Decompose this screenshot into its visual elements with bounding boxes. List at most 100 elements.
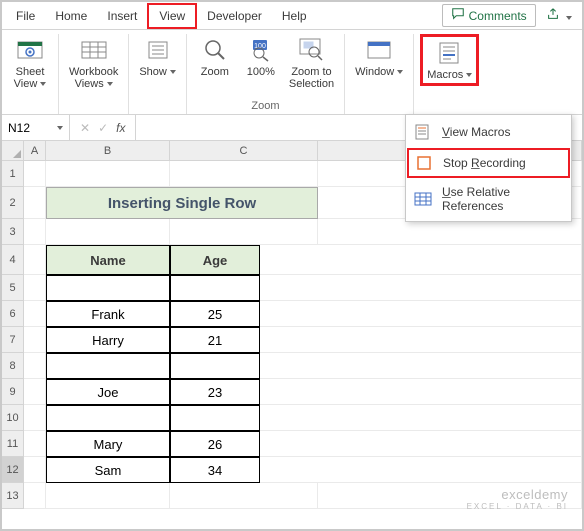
show-icon (145, 36, 171, 64)
header-name[interactable]: Name (46, 245, 170, 275)
row-header[interactable]: 6 (2, 301, 24, 327)
menu-stop-recording-label: Stop Recording (443, 156, 526, 170)
cell[interactable] (24, 483, 46, 509)
cell[interactable]: 21 (170, 327, 260, 353)
cell[interactable] (24, 219, 46, 245)
macros-label: Macros (427, 69, 472, 81)
row-header[interactable]: 8 (2, 353, 24, 379)
menu-stop-recording[interactable]: Stop Recording (407, 148, 570, 178)
zoom-selection-button[interactable]: Zoom to Selection (285, 34, 338, 92)
row-header[interactable]: 12 (2, 457, 24, 483)
tab-developer[interactable]: Developer (197, 5, 272, 27)
name-box-value: N12 (8, 121, 30, 135)
comment-icon (451, 7, 465, 24)
cell[interactable] (46, 483, 170, 509)
macros-icon (437, 39, 463, 67)
cell[interactable] (170, 219, 318, 245)
menu-view-macros[interactable]: View Macros (406, 117, 571, 147)
cell[interactable] (24, 245, 46, 275)
tab-file[interactable]: File (6, 5, 45, 27)
cell[interactable] (260, 245, 582, 275)
cell[interactable] (260, 353, 582, 379)
cell[interactable] (318, 219, 582, 245)
cell[interactable] (260, 405, 582, 431)
cell[interactable] (46, 353, 170, 379)
cell[interactable] (24, 301, 46, 327)
menu-use-relative[interactable]: Use Relative References (406, 179, 571, 219)
row-header[interactable]: 7 (2, 327, 24, 353)
cell[interactable]: 23 (170, 379, 260, 405)
cell[interactable] (260, 301, 582, 327)
cell[interactable] (46, 219, 170, 245)
zoom-100-button[interactable]: 100 100% (239, 34, 283, 80)
cell[interactable] (24, 161, 46, 187)
show-button[interactable]: Show (135, 34, 180, 80)
col-header-a[interactable]: A (24, 141, 46, 161)
sheet-view-icon (17, 36, 43, 64)
cell[interactable] (46, 161, 170, 187)
cell[interactable] (170, 275, 260, 301)
cell[interactable] (170, 353, 260, 379)
cancel-formula-icon[interactable]: ✕ (80, 121, 90, 135)
cell[interactable] (46, 275, 170, 301)
tab-insert[interactable]: Insert (97, 5, 147, 27)
row-header[interactable]: 9 (2, 379, 24, 405)
title-cell[interactable]: Inserting Single Row (46, 187, 318, 219)
comments-button[interactable]: Comments (442, 4, 536, 27)
cell[interactable]: Joe (46, 379, 170, 405)
cell[interactable] (24, 327, 46, 353)
cell[interactable] (260, 457, 582, 483)
name-box[interactable]: N12 (2, 115, 70, 140)
cell[interactable] (46, 405, 170, 431)
cell[interactable] (318, 483, 582, 509)
cell[interactable] (24, 275, 46, 301)
row-header[interactable]: 13 (2, 483, 24, 509)
cell[interactable] (24, 187, 46, 219)
zoom-button[interactable]: Zoom (193, 34, 237, 80)
tab-view[interactable]: View (147, 3, 197, 29)
chevron-down-icon (54, 121, 63, 135)
cell[interactable] (170, 405, 260, 431)
cell[interactable]: Sam (46, 457, 170, 483)
share-button[interactable] (540, 5, 578, 26)
workbook-views-button[interactable]: Workbook Views (65, 34, 122, 92)
cell[interactable]: Harry (46, 327, 170, 353)
cell[interactable] (24, 379, 46, 405)
menu-use-relative-label: Use Relative References (442, 185, 563, 213)
col-header-b[interactable]: B (46, 141, 170, 161)
cell[interactable] (260, 431, 582, 457)
header-age[interactable]: Age (170, 245, 260, 275)
cell[interactable] (260, 275, 582, 301)
cell[interactable] (24, 457, 46, 483)
row-header[interactable]: 1 (2, 161, 24, 187)
tab-help[interactable]: Help (272, 5, 317, 27)
row-header[interactable]: 3 (2, 219, 24, 245)
sheet-view-button[interactable]: Sheet View (8, 34, 52, 92)
enter-formula-icon[interactable]: ✓ (98, 121, 108, 135)
cell[interactable] (24, 353, 46, 379)
select-all-corner[interactable] (2, 141, 24, 161)
row-header[interactable]: 2 (2, 187, 24, 219)
row-header[interactable]: 4 (2, 245, 24, 275)
cell[interactable]: 34 (170, 457, 260, 483)
col-header-c[interactable]: C (170, 141, 318, 161)
cell[interactable] (170, 161, 318, 187)
cell[interactable] (260, 327, 582, 353)
row-header[interactable]: 5 (2, 275, 24, 301)
row-header[interactable]: 11 (2, 431, 24, 457)
window-button[interactable]: Window (351, 34, 407, 80)
cell[interactable] (24, 405, 46, 431)
cell[interactable] (260, 379, 582, 405)
zoom-100-label: 100% (247, 66, 275, 78)
tab-home[interactable]: Home (45, 5, 97, 27)
cell[interactable]: Mary (46, 431, 170, 457)
macros-button[interactable]: Macros (420, 34, 479, 86)
cell[interactable]: 25 (170, 301, 260, 327)
cell[interactable]: 26 (170, 431, 260, 457)
cell[interactable] (170, 483, 318, 509)
cell[interactable]: Frank (46, 301, 170, 327)
cell[interactable] (24, 431, 46, 457)
zoom-icon (202, 36, 228, 64)
fx-icon[interactable]: fx (116, 121, 125, 135)
row-header[interactable]: 10 (2, 405, 24, 431)
